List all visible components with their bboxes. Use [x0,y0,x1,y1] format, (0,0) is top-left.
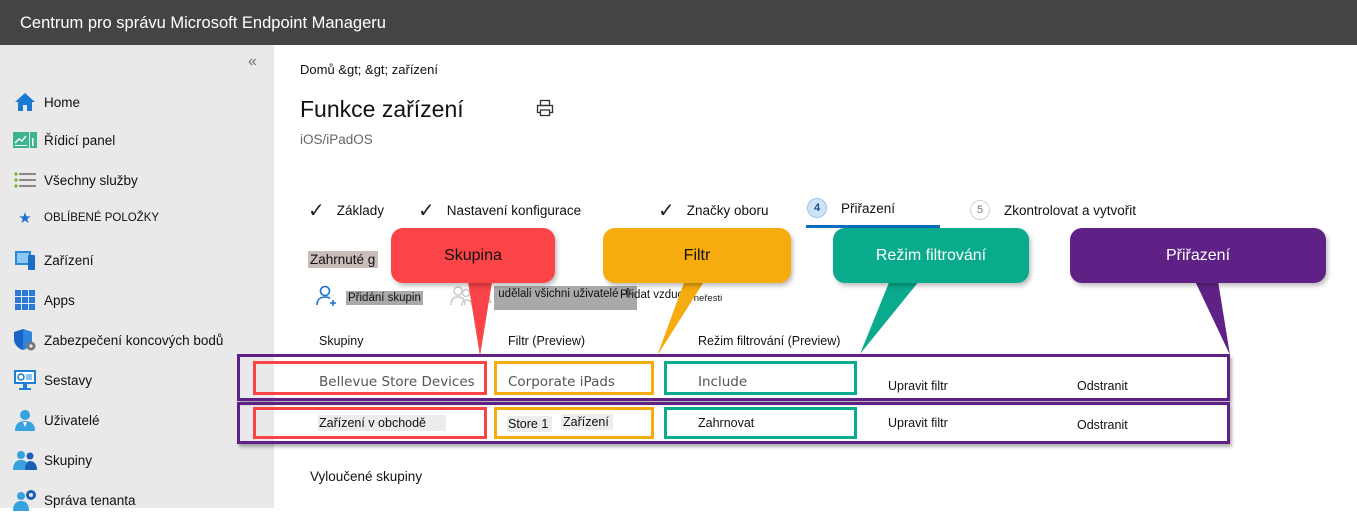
callout-tail-assignment [1195,281,1230,355]
callout-tail-filter [657,280,705,356]
callout-filter-mode: Režim filtrování [833,228,1029,283]
callout-filter: Filtr [603,228,791,283]
callout-label: Přiřazení [1165,246,1231,264]
callout-group: Skupina [391,228,555,283]
callout-tail-group [468,282,492,356]
callout-tail-filter-mode [860,280,920,354]
callout-label: Filtr [683,246,711,264]
callout-label: Skupina [444,246,502,264]
callout-assignment: Přiřazení [1070,228,1326,283]
callout-label: Režim filtrování [875,246,987,264]
